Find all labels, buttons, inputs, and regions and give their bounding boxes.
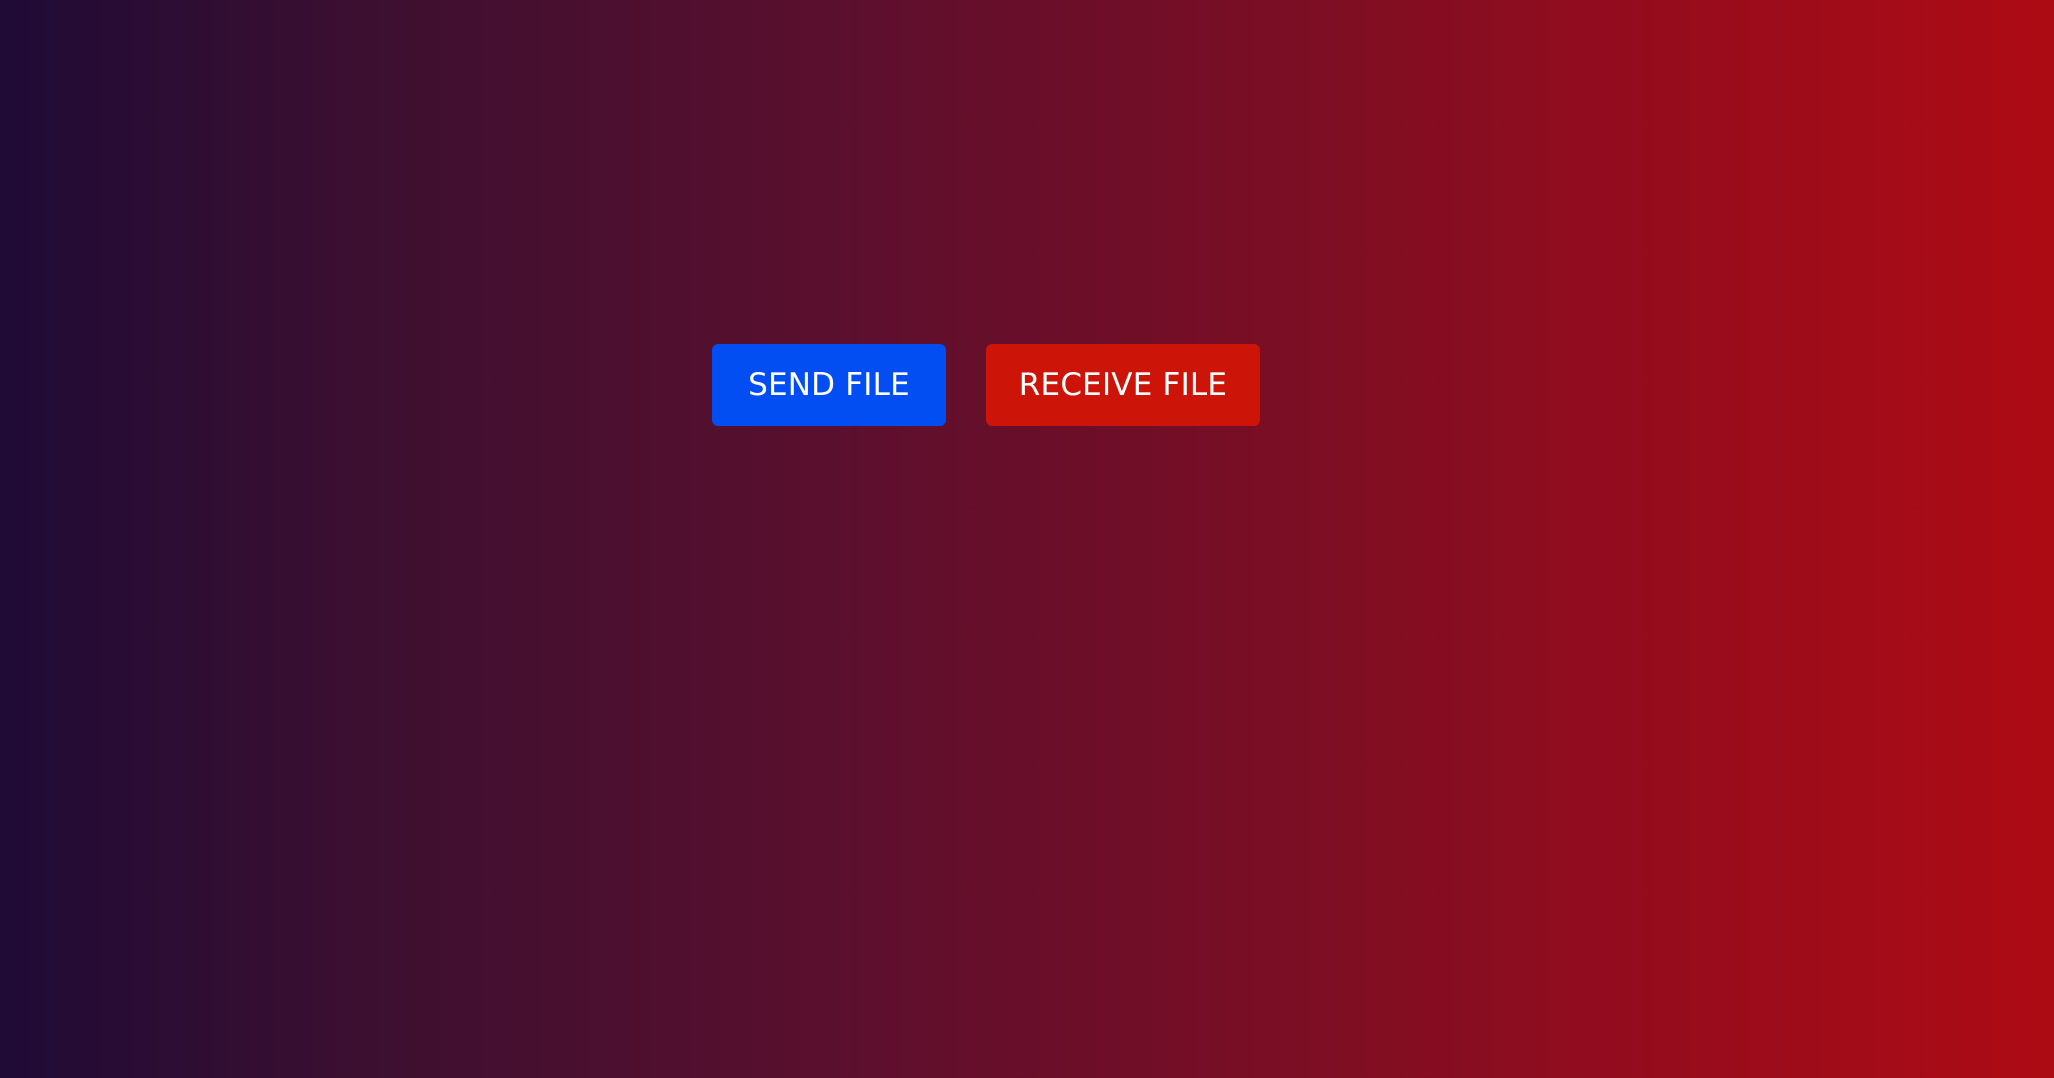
receive-file-button[interactable]: RECEIVE FILE — [986, 344, 1260, 426]
send-file-button[interactable]: SEND FILE — [712, 344, 946, 426]
app-background: SEND FILE RECEIVE FILE — [0, 0, 2054, 1078]
file-action-buttons: SEND FILE RECEIVE FILE — [712, 344, 1260, 426]
